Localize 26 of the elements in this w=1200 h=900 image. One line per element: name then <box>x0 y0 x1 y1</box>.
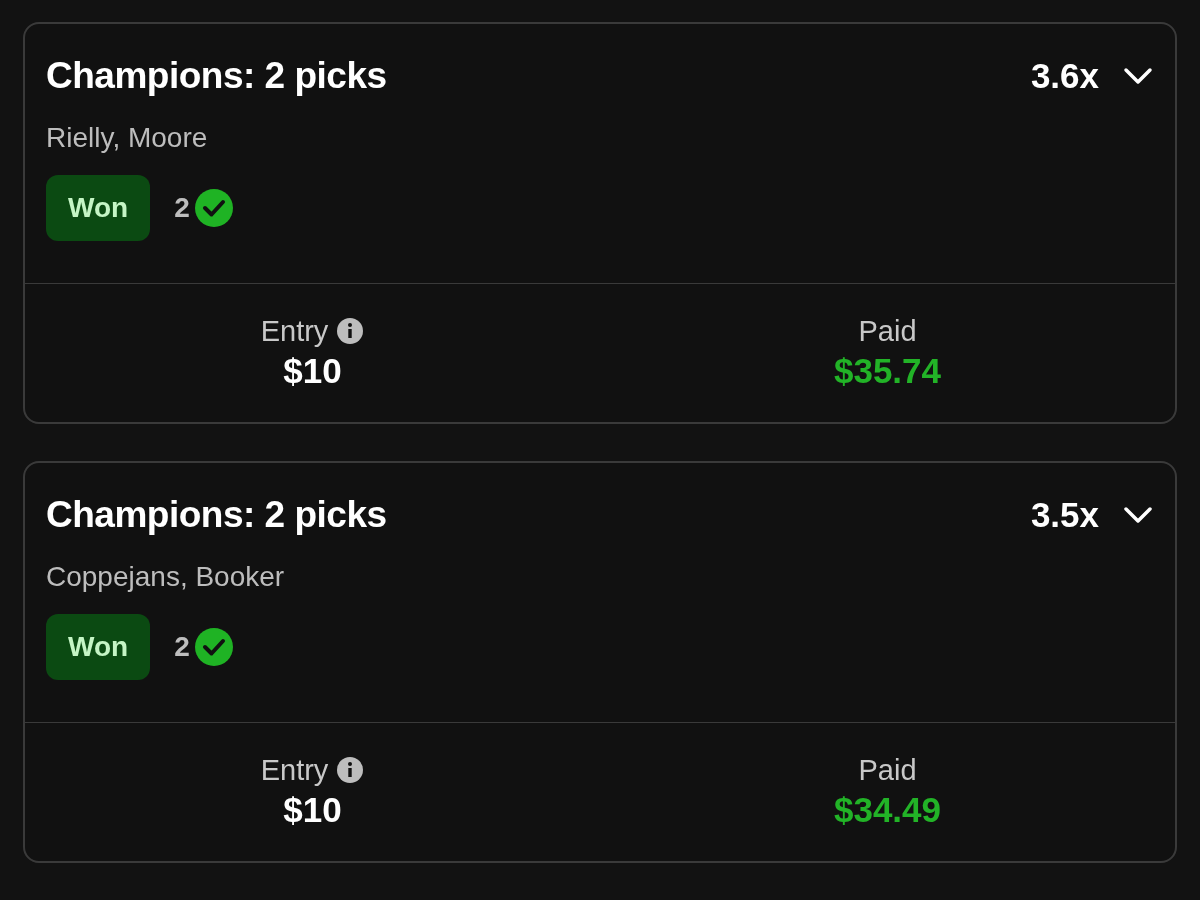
paid-amount: $35.74 <box>833 350 942 392</box>
info-icon[interactable] <box>336 756 365 784</box>
entry-title: Champions: 2 picks <box>46 54 388 99</box>
status-badge: Won <box>46 613 151 680</box>
entry-label: Entry <box>260 314 329 349</box>
entry-amount: $10 <box>283 350 342 392</box>
paid-label: Paid <box>858 314 917 349</box>
chevron-icon <box>1123 66 1153 87</box>
entry-title: Champions: 2 picks <box>46 493 388 538</box>
status-badge: Won <box>46 174 151 241</box>
correct-count: 2 <box>174 629 190 664</box>
correct-count: 2 <box>174 190 190 225</box>
multiplier: 3.5x <box>1030 494 1099 536</box>
paid-label: Paid <box>858 753 917 788</box>
paid-amount: $34.49 <box>833 789 942 831</box>
entry-amount: $10 <box>283 789 342 831</box>
expand-toggle[interactable] <box>1123 66 1153 87</box>
multiplier: 3.6x <box>1030 55 1099 97</box>
player-names: Rielly, Moore <box>46 120 209 155</box>
expand-toggle[interactable] <box>1123 505 1153 526</box>
info-icon[interactable] <box>336 317 365 345</box>
check-icon <box>193 626 234 667</box>
entry-label: Entry <box>260 753 329 788</box>
chevron-icon <box>1123 505 1153 526</box>
player-names: Coppejans, Booker <box>46 559 286 594</box>
check-icon <box>193 187 234 228</box>
